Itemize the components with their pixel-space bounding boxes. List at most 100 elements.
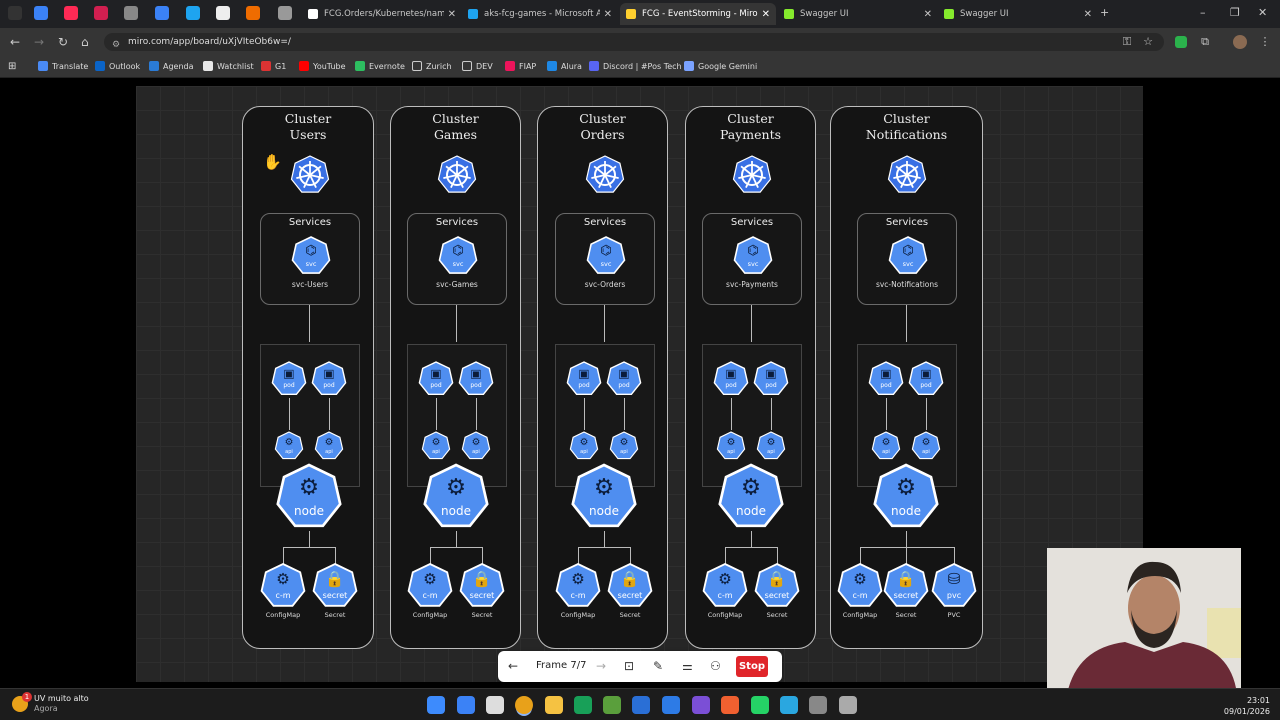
minimize-icon[interactable]: – (1200, 6, 1206, 19)
api-icon[interactable]: ⚙ api (273, 430, 305, 462)
chrome-icon[interactable] (515, 696, 533, 714)
remote-desktop-icon[interactable] (780, 696, 798, 714)
weather-widget[interactable]: UV muito alto Agora (34, 694, 89, 714)
vscode-icon[interactable] (632, 696, 650, 714)
spotify-icon[interactable] (574, 696, 592, 714)
password-icon[interactable]: ⚿ (1120, 35, 1134, 49)
services-box[interactable]: Services ⌬ svc svc-Games (407, 213, 507, 305)
bookmark-item[interactable]: Outlook (95, 61, 140, 71)
new-tab-icon[interactable]: + (1100, 6, 1109, 19)
menu-icon[interactable]: ⋮ (1258, 35, 1272, 49)
browser-tab[interactable]: aks-fcg-games - Microsoft Azu ✕ (462, 3, 618, 25)
browser-tab[interactable]: Swagger UI ✕ (778, 3, 938, 25)
next-frame-icon[interactable]: → (596, 659, 606, 673)
visual-studio-icon[interactable] (692, 696, 710, 714)
bookmark-item[interactable]: Translate (38, 61, 88, 71)
extension-icon[interactable] (1175, 36, 1187, 48)
pvc-icon[interactable]: ⛁ pvc (930, 562, 978, 610)
site-info-icon[interactable]: ⚙ (112, 36, 120, 54)
pinned-tab-0[interactable] (8, 6, 22, 20)
pod-icon[interactable]: ▣ pod (565, 360, 603, 398)
pod-icon[interactable]: ▣ pod (417, 360, 455, 398)
settings-sliders-icon[interactable]: ⚌ (682, 659, 693, 673)
node-icon[interactable]: ⚙ node (275, 463, 343, 531)
services-box[interactable]: Services ⌬ svc svc-Users (260, 213, 360, 305)
configmap-icon[interactable]: ⚙ c-m (259, 562, 307, 610)
services-box[interactable]: Services ⌬ svc svc-Orders (555, 213, 655, 305)
secret-icon[interactable]: 🔒 secret (458, 562, 506, 610)
api-icon[interactable]: ⚙ api (715, 430, 747, 462)
pod-icon[interactable]: ▣ pod (457, 360, 495, 398)
bookmark-item[interactable]: FIAP (505, 61, 536, 71)
close-tab-icon[interactable]: ✕ (762, 9, 770, 20)
api-icon[interactable]: ⚙ api (420, 430, 452, 462)
home-icon[interactable]: ⌂ (81, 35, 89, 49)
bookmark-item[interactable]: YouTube (299, 61, 346, 71)
secret-icon[interactable]: 🔒 secret (311, 562, 359, 610)
stop-button[interactable]: Stop (736, 656, 768, 677)
file-explorer-icon[interactable] (545, 696, 563, 714)
pinned-tab-7[interactable] (216, 6, 230, 20)
service-icon[interactable]: ⌬ svc (887, 235, 929, 277)
widgets-icon[interactable] (457, 696, 475, 714)
chatgpt-icon[interactable] (486, 696, 504, 714)
pinned-tab-3[interactable] (94, 6, 108, 20)
node-icon[interactable]: ⚙ node (717, 463, 785, 531)
bookmark-item[interactable]: Google Gemini (684, 61, 757, 71)
bookmark-item[interactable]: Zurich (412, 61, 452, 71)
settings-icon[interactable] (809, 696, 827, 714)
pod-icon[interactable]: ▣ pod (907, 360, 945, 398)
git-icon[interactable] (721, 696, 739, 714)
bookmark-item[interactable]: Discord | #Pos Tech (589, 61, 682, 71)
api-icon[interactable]: ⚙ api (313, 430, 345, 462)
url-input[interactable]: ⚙ miro.com/app/board/uXjVIteOb6w=/ (104, 33, 1164, 51)
browser-tab[interactable]: FCG - EventStorming - Miro ✕ (620, 3, 776, 25)
pod-icon[interactable]: ▣ pod (867, 360, 905, 398)
node-icon[interactable]: ⚙ node (570, 463, 638, 531)
service-icon[interactable]: ⌬ svc (732, 235, 774, 277)
reload-icon[interactable]: ↻ (58, 35, 68, 49)
bookmark-item[interactable]: Watchlist (203, 61, 254, 71)
bookmark-star-icon[interactable]: ☆ (1141, 35, 1155, 49)
pinned-tab-6[interactable] (186, 6, 200, 20)
api-icon[interactable]: ⚙ api (568, 430, 600, 462)
close-tab-icon[interactable]: ✕ (1084, 9, 1092, 20)
bookmark-item[interactable]: Evernote (355, 61, 405, 71)
system-clock[interactable]: 23:01 09/01/2026 (1224, 695, 1270, 717)
pod-icon[interactable]: ▣ pod (605, 360, 643, 398)
api-icon[interactable]: ⚙ api (755, 430, 787, 462)
add-user-icon[interactable]: ⚇ (710, 659, 721, 673)
configmap-icon[interactable]: ⚙ c-m (701, 562, 749, 610)
pod-icon[interactable]: ▣ pod (752, 360, 790, 398)
services-box[interactable]: Services ⌬ svc svc-Notifications (857, 213, 957, 305)
pod-icon[interactable]: ▣ pod (270, 360, 308, 398)
api-icon[interactable]: ⚙ api (910, 430, 942, 462)
pen-icon[interactable]: ✎ (653, 659, 663, 673)
close-tab-icon[interactable]: ✕ (604, 9, 612, 20)
configmap-icon[interactable]: ⚙ c-m (406, 562, 454, 610)
close-tab-icon[interactable]: ✕ (448, 9, 456, 20)
service-icon[interactable]: ⌬ svc (437, 235, 479, 277)
configmap-icon[interactable]: ⚙ c-m (836, 562, 884, 610)
pinned-tab-1[interactable] (34, 6, 48, 20)
service-icon[interactable]: ⌬ svc (585, 235, 627, 277)
secret-icon[interactable]: 🔒 secret (606, 562, 654, 610)
bookmark-item[interactable]: Alura (547, 61, 582, 71)
browser-tab[interactable]: FCG.Orders/Kubernetes/names ✕ (302, 3, 462, 25)
pinned-tab-9[interactable] (278, 6, 292, 20)
secret-icon[interactable]: 🔒 secret (882, 562, 930, 610)
node-icon[interactable]: ⚙ node (422, 463, 490, 531)
close-tab-icon[interactable]: ✕ (924, 9, 932, 20)
pinned-tab-2[interactable] (64, 6, 78, 20)
whatsapp-icon[interactable] (751, 696, 769, 714)
extensions-puzzle-icon[interactable]: ⧉ (1198, 35, 1212, 49)
frames-icon[interactable]: ⊡ (624, 659, 634, 673)
pinned-tab-4[interactable] (124, 6, 138, 20)
back-icon[interactable]: ← (10, 35, 20, 49)
profile-avatar[interactable] (1233, 35, 1247, 49)
configmap-icon[interactable]: ⚙ c-m (554, 562, 602, 610)
browser-tab[interactable]: Swagger UI ✕ (938, 3, 1098, 25)
bookmark-item[interactable]: Agenda (149, 61, 194, 71)
pod-icon[interactable]: ▣ pod (712, 360, 750, 398)
secret-icon[interactable]: 🔒 secret (753, 562, 801, 610)
